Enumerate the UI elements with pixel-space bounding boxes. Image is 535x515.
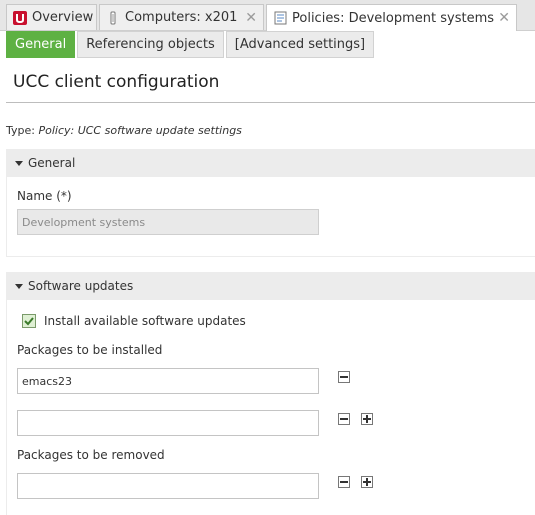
- tab-computers[interactable]: Computers: x201 ✕: [99, 4, 264, 30]
- close-icon[interactable]: ✕: [245, 11, 257, 25]
- remove-entry-button[interactable]: [338, 413, 350, 425]
- subtab-general[interactable]: General: [6, 31, 76, 58]
- tab-overview[interactable]: Overview: [6, 4, 97, 30]
- remove-entry-button[interactable]: [338, 476, 350, 488]
- computer-icon: [106, 11, 120, 25]
- section-software-updates-header[interactable]: Software updates: [6, 272, 535, 300]
- install-updates-label: Install available software updates: [44, 314, 246, 328]
- expand-triangle-icon: [15, 160, 23, 166]
- policy-document-icon: [273, 11, 287, 25]
- tab-policies[interactable]: Policies: Development systems ✕: [266, 4, 517, 31]
- minus-icon: [340, 418, 348, 420]
- minus-icon: [340, 376, 348, 378]
- tab-label: Computers: x201: [125, 10, 238, 25]
- package-remove-field[interactable]: [17, 473, 319, 499]
- install-updates-checkbox[interactable]: [22, 314, 36, 328]
- add-entry-button[interactable]: [361, 413, 373, 425]
- close-icon[interactable]: ✕: [498, 11, 510, 25]
- checkmark-icon: [24, 317, 34, 326]
- tab-label: Overview: [32, 10, 94, 25]
- package-install-field[interactable]: [17, 368, 319, 394]
- name-field: [17, 209, 319, 235]
- remove-entry-button[interactable]: [338, 371, 350, 383]
- section-title: General: [28, 156, 76, 170]
- packages-remove-label: Packages to be removed: [17, 448, 165, 462]
- type-prefix: Type:: [6, 124, 39, 137]
- tab-label: Policies: Development systems: [292, 10, 495, 26]
- type-line: Type: Policy: UCC software update settin…: [6, 124, 242, 137]
- name-label: Name (*): [17, 189, 72, 203]
- add-entry-button[interactable]: [361, 476, 373, 488]
- section-title: Software updates: [28, 279, 134, 293]
- section-general-header[interactable]: General: [6, 149, 535, 177]
- title-divider: [6, 102, 535, 103]
- subtab-advanced-settings[interactable]: [Advanced settings]: [225, 31, 375, 58]
- package-install-field[interactable]: [17, 410, 319, 436]
- subtab-referencing-objects[interactable]: Referencing objects: [77, 31, 224, 58]
- minus-icon: [340, 481, 348, 483]
- expand-triangle-icon: [15, 283, 23, 289]
- ucs-logo-icon: [13, 10, 27, 25]
- packages-install-label: Packages to be installed: [17, 343, 163, 357]
- subtab-bar: General Referencing objects [Advanced se…: [6, 31, 376, 58]
- page-title: UCC client configuration: [13, 72, 220, 92]
- type-value: Policy: UCC software update settings: [38, 124, 242, 137]
